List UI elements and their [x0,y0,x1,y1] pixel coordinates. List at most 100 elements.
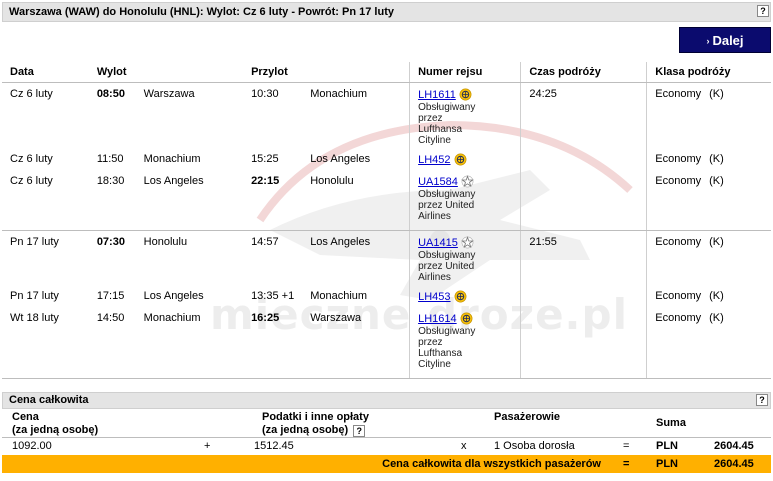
operated-by-text: Obsługiwany [418,189,476,200]
flight-number-cell: UA1584 Obsługiwany przez United Airlines [409,174,521,231]
class-name: Economy [655,290,702,302]
arrival-time: 15:25 [251,153,279,165]
operated-by-text: Obsługiwany [418,326,476,337]
departure-time: 08:50 [96,88,125,100]
flight-date: Cz 6 luty [10,88,53,100]
class-code: (K) [709,290,724,302]
arrival-time: 10:30 [251,88,279,100]
travel-duration: 24:25 [520,82,647,152]
currency-value: PLN [656,440,678,452]
flights-table: Data Wylot Przylot Numer rejsu Czas podr… [2,62,771,379]
travel-duration: 21:55 [520,230,647,289]
total-sum-value: 2604.45 [714,458,754,470]
price-section-header: Cena całkowita ? [2,392,771,409]
sum-value: 2604.45 [714,440,754,452]
flight-row: Pn 17 luty 17:15 Los Angeles 13:35 +1 Monach… [2,289,771,311]
arrival-time: 14:57 [251,236,279,248]
operated-by-text: Airlines [418,211,451,222]
help-icon[interactable]: ? [757,5,769,17]
flight-number-link[interactable]: LH452 [418,154,450,166]
times-sign: x [461,440,467,452]
lufthansa-logo-icon [457,312,473,325]
price-calculation-row: 1092.00 + 1512.45 x 1 Osoba dorosła = PL… [2,437,771,455]
class-name: Economy [655,312,702,324]
operated-by-text: Obsługiwany [418,250,476,261]
lufthansa-logo-icon [456,88,472,101]
col-header-departure: Wylot [88,62,244,83]
flight-date: Cz 6 luty [10,153,53,165]
departure-time: 18:30 [88,174,136,231]
class-name: Economy [655,153,702,165]
taxes-help-icon[interactable]: ? [353,425,366,437]
flight-date: Pn 17 luty [10,236,59,248]
price-summary: Cena całkowita ? Cena (za jedną osobę) P… [2,392,771,473]
price-section-title: Cena całkowita [9,394,89,406]
lufthansa-logo-icon [451,290,467,303]
col-header-class: Klasa podróży [646,62,771,83]
plus-sign: + [204,440,211,452]
travel-duration [520,289,647,311]
table-header-row: Data Wylot Przylot Numer rejsu Czas podr… [2,62,771,83]
taxes-label: Podatki i inne opłaty (za jedną osobę) ? [262,411,369,437]
total-currency: PLN [656,458,678,470]
united-airlines-logo-icon [458,236,474,249]
operated-by-text: Airlines [418,272,451,283]
route-title: Warszawa (WAW) do Honolulu (HNL): Wylot:… [9,6,394,18]
departure-time: 11:50 [96,153,124,165]
operated-by-text: Lufthansa [418,348,463,359]
arrival-city: Warszawa [302,311,410,379]
class-code: (K) [709,175,724,187]
departure-city: Warszawa [143,88,195,100]
equals-sign: = [623,440,630,452]
flight-number-link[interactable]: UA1415 [418,237,458,249]
departure-city: Honolulu [143,236,188,248]
travel-class: Economy (K) [646,289,771,311]
operated-by-text: Lufthansa [418,124,463,135]
operated-by-text: przez [418,337,443,348]
class-name: Economy [655,236,702,248]
departure-city: Monachium [135,311,244,379]
flight-number-link[interactable]: LH1614 [418,313,457,325]
travel-duration [520,311,647,379]
price-label-text: Cena [12,411,39,423]
departure-city: Los Angeles [135,174,244,231]
flight-number-link[interactable]: LH1611 [418,89,456,101]
operated-by-text: Cityline [418,359,451,370]
col-header-arrival: Przylot [243,62,410,83]
operated-by-text: przez United [418,261,475,272]
united-airlines-logo-icon [458,175,474,188]
flight-date: Pn 17 luty [10,290,59,302]
travel-class: Economy (K) [646,82,771,152]
lufthansa-logo-icon [451,153,467,166]
next-button-label: Dalej [712,33,744,48]
class-code: (K) [709,153,724,165]
arrival-time: 13:35 +1 [251,290,295,302]
col-header-flight-number: Numer rejsu [409,62,521,83]
flight-number-cell: LH452 [409,152,521,174]
price-label: Cena (za jedną osobę) [12,411,98,437]
price-label-sub: (za jedną osobę) [12,424,99,436]
taxes-value: 1512.45 [254,440,294,452]
travel-class: Economy (K) [646,311,771,379]
price-help-icon[interactable]: ? [756,394,768,406]
arrival-city: Monachium [310,88,368,100]
arrival-time: 22:15 [243,174,303,231]
sum-label: Suma [656,417,686,429]
flight-row: Wt 18 luty 14:50 Monachium 16:25 Warszawa LH1… [2,311,771,379]
route-title-bar: Warszawa (WAW) do Honolulu (HNL): Wylot:… [2,2,771,22]
flight-number-link[interactable]: UA1584 [418,176,458,188]
flight-number-cell: LH1611 Obsługiwany przez Lufthansa Cityline [409,82,521,152]
flight-number-link[interactable]: LH453 [418,291,450,303]
flight-row: Cz 6 luty 08:50 Warszawa 10:30 Monachium LH16… [2,82,771,152]
departure-time: 14:50 [88,311,136,379]
col-header-date: Data [2,62,89,83]
class-code: (K) [709,312,724,324]
departure-time: 17:15 [96,290,125,302]
travel-class: Economy (K) [646,152,771,174]
flight-date: Wt 18 luty [2,311,89,379]
class-name: Economy [655,175,702,187]
operated-by-text: przez [418,113,443,124]
arrival-time: 16:25 [243,311,303,379]
flight-number-cell: LH1614 Obsługiwany przez Lufthansa Cityline [409,311,521,379]
next-button[interactable]: › Dalej [679,27,771,53]
